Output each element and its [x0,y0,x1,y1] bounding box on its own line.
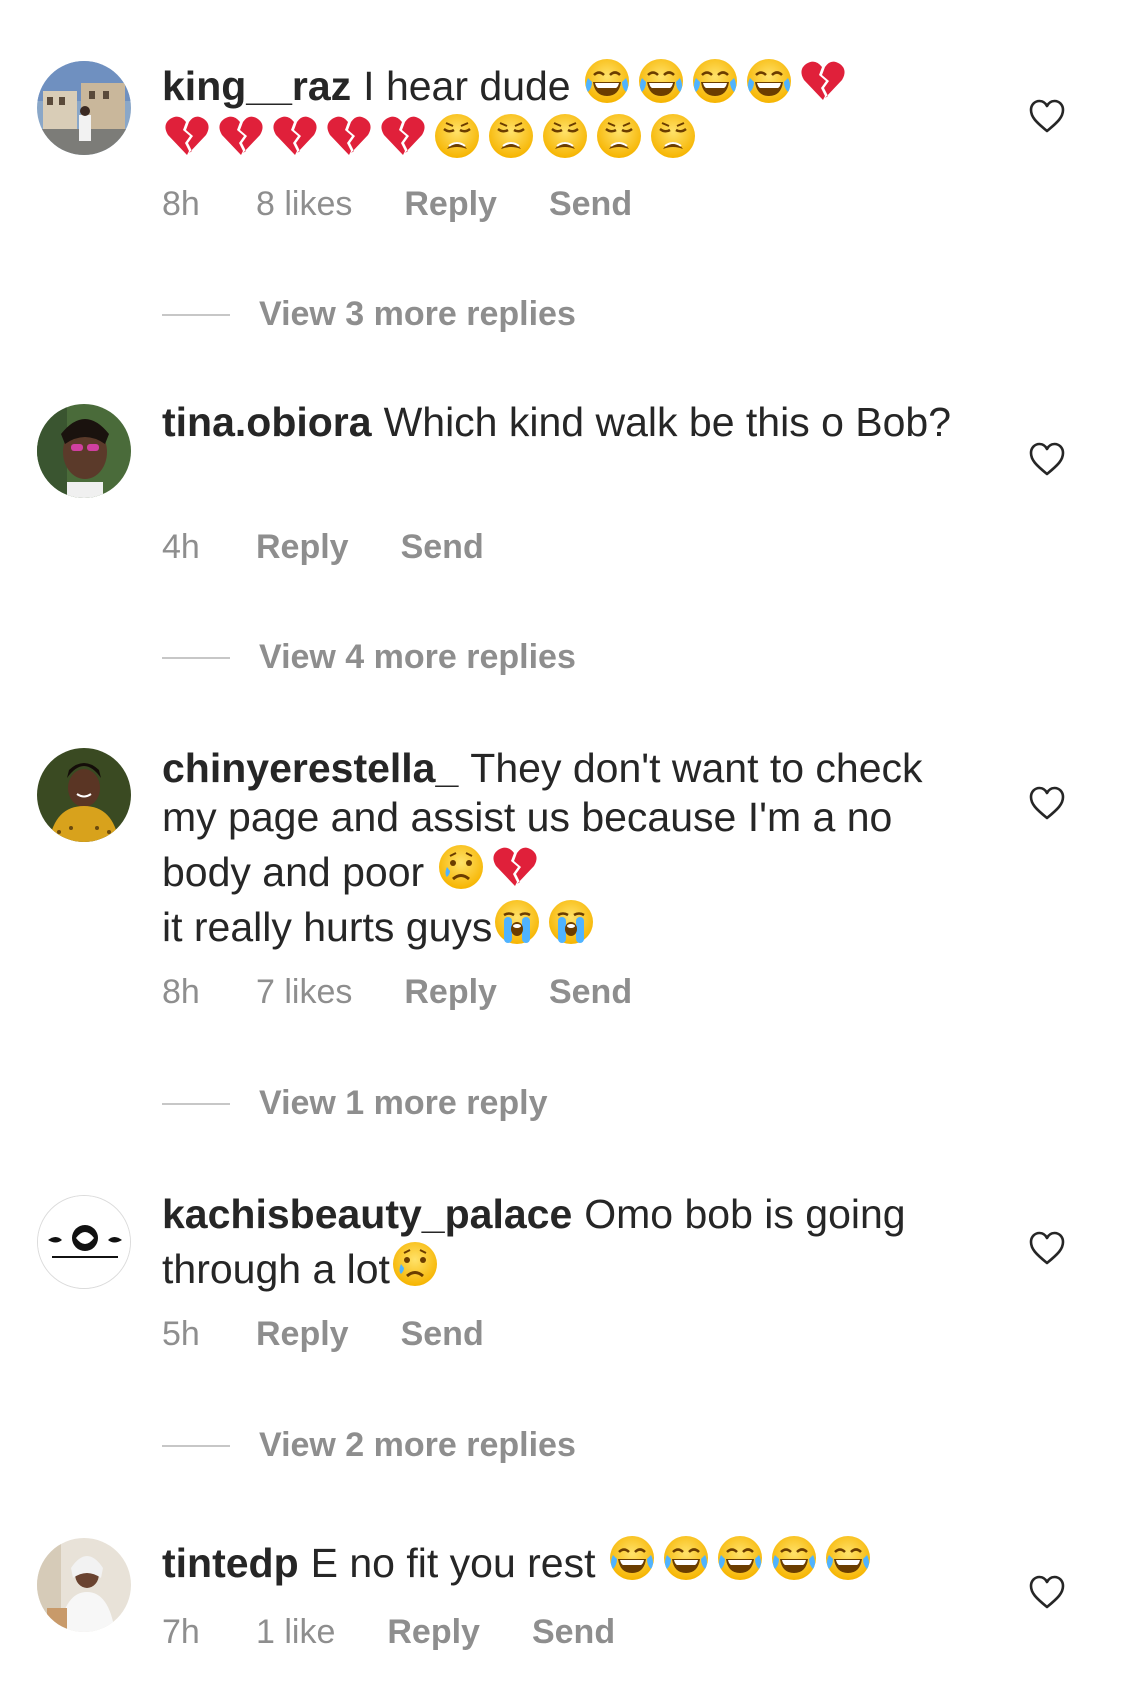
avatar-image [37,404,131,498]
username[interactable]: chinyerestella_ [162,745,458,791]
laughing-crying-emoji-icon [823,1533,873,1583]
likes-count[interactable]: 1 like [256,1612,335,1652]
crying-face-emoji-icon [390,1239,440,1289]
weary-face-emoji-icon [648,111,698,161]
broken-heart-emoji-icon [378,111,428,161]
send-button[interactable]: Send [532,1612,615,1652]
avatar-logo [38,1196,130,1288]
weary-face-emoji-icon [594,111,644,161]
comment-meta: 7h 1 like Reply Send [162,1612,615,1652]
reply-button[interactable]: Reply [404,972,497,1012]
divider-line [162,1103,230,1105]
avatar-image [37,61,131,155]
timestamp: 5h [162,1315,200,1353]
weary-face-emoji-icon [486,111,536,161]
avatar[interactable] [37,748,131,842]
comment-text: E no fit you rest [310,1540,607,1586]
laughing-crying-emoji-icon [636,56,686,106]
laughing-crying-emoji-icon [582,56,632,106]
avatar[interactable] [37,61,131,155]
username[interactable]: kachisbeauty_palace [162,1191,572,1237]
like-heart-icon[interactable] [1028,441,1066,477]
comment-body: tina.obiora Which kind walk be this o Bob… [162,398,962,447]
divider-line [162,314,230,316]
loudly-crying-emoji-icon [546,897,596,947]
likes-count[interactable]: 8 likes [256,184,352,224]
timestamp: 8h [162,185,200,223]
crying-face-emoji-icon [436,842,486,892]
likes-count[interactable]: 7 likes [256,972,352,1012]
comment-meta: 8h 8 likes Reply Send [162,184,632,224]
laughing-crying-emoji-icon [661,1533,711,1583]
broken-heart-emoji-icon [798,56,848,106]
username[interactable]: tina.obiora [162,399,372,445]
laughing-crying-emoji-icon [744,56,794,106]
timestamp: 4h [162,528,200,566]
laughing-crying-emoji-icon [690,56,740,106]
username[interactable]: tintedp [162,1540,299,1586]
divider-line [162,657,230,659]
view-replies-label[interactable]: View 1 more reply [259,1083,548,1123]
broken-heart-emoji-icon [162,111,212,161]
comment-meta: 8h 7 likes Reply Send [162,972,632,1012]
reply-button[interactable]: Reply [387,1612,480,1652]
weary-face-emoji-icon [432,111,482,161]
username[interactable]: king__raz [162,63,351,109]
loudly-crying-emoji-icon [492,897,542,947]
broken-heart-emoji-icon [324,111,374,161]
avatar[interactable] [37,1195,131,1289]
avatar-image [37,1538,131,1632]
reply-button[interactable]: Reply [404,184,497,224]
reply-button[interactable]: Reply [256,527,349,567]
comment-body: kachisbeauty_palace Omo bob is going thro… [162,1190,962,1294]
comment-body: chinyerestella_ They don't want to check … [162,744,962,952]
reply-button[interactable]: Reply [256,1314,349,1354]
weary-face-emoji-icon [540,111,590,161]
laughing-crying-emoji-icon [715,1533,765,1583]
comment-meta: 5h Reply Send [162,1314,484,1354]
send-button[interactable]: Send [549,184,632,224]
send-button[interactable]: Send [401,527,484,567]
laughing-crying-emoji-icon [769,1533,819,1583]
view-replies-label[interactable]: View 3 more replies [259,294,576,334]
avatar-image [37,748,131,842]
like-heart-icon[interactable] [1028,1574,1066,1610]
comment-text: I hear dude [363,63,582,109]
send-button[interactable]: Send [549,972,632,1012]
view-replies-label[interactable]: View 2 more replies [259,1425,576,1465]
avatar[interactable] [37,404,131,498]
avatar[interactable] [37,1538,131,1632]
broken-heart-emoji-icon [490,842,540,892]
comment-text: Which kind walk be this o Bob? [383,399,952,445]
like-heart-icon[interactable] [1028,98,1066,134]
comment-body: tintedp E no fit you rest [162,1533,962,1588]
view-replies-label[interactable]: View 4 more replies [259,637,576,677]
comment-text-line2: it really hurts guys [162,904,493,950]
divider-line [162,1445,230,1447]
comment-meta: 4h Reply Send [162,527,484,567]
broken-heart-emoji-icon [270,111,320,161]
timestamp: 8h [162,973,200,1011]
comment-body: king__raz I hear dude [162,56,962,166]
like-heart-icon[interactable] [1028,1230,1066,1266]
send-button[interactable]: Send [401,1314,484,1354]
laughing-crying-emoji-icon [607,1533,657,1583]
broken-heart-emoji-icon [216,111,266,161]
timestamp: 7h [162,1613,200,1651]
like-heart-icon[interactable] [1028,785,1066,821]
